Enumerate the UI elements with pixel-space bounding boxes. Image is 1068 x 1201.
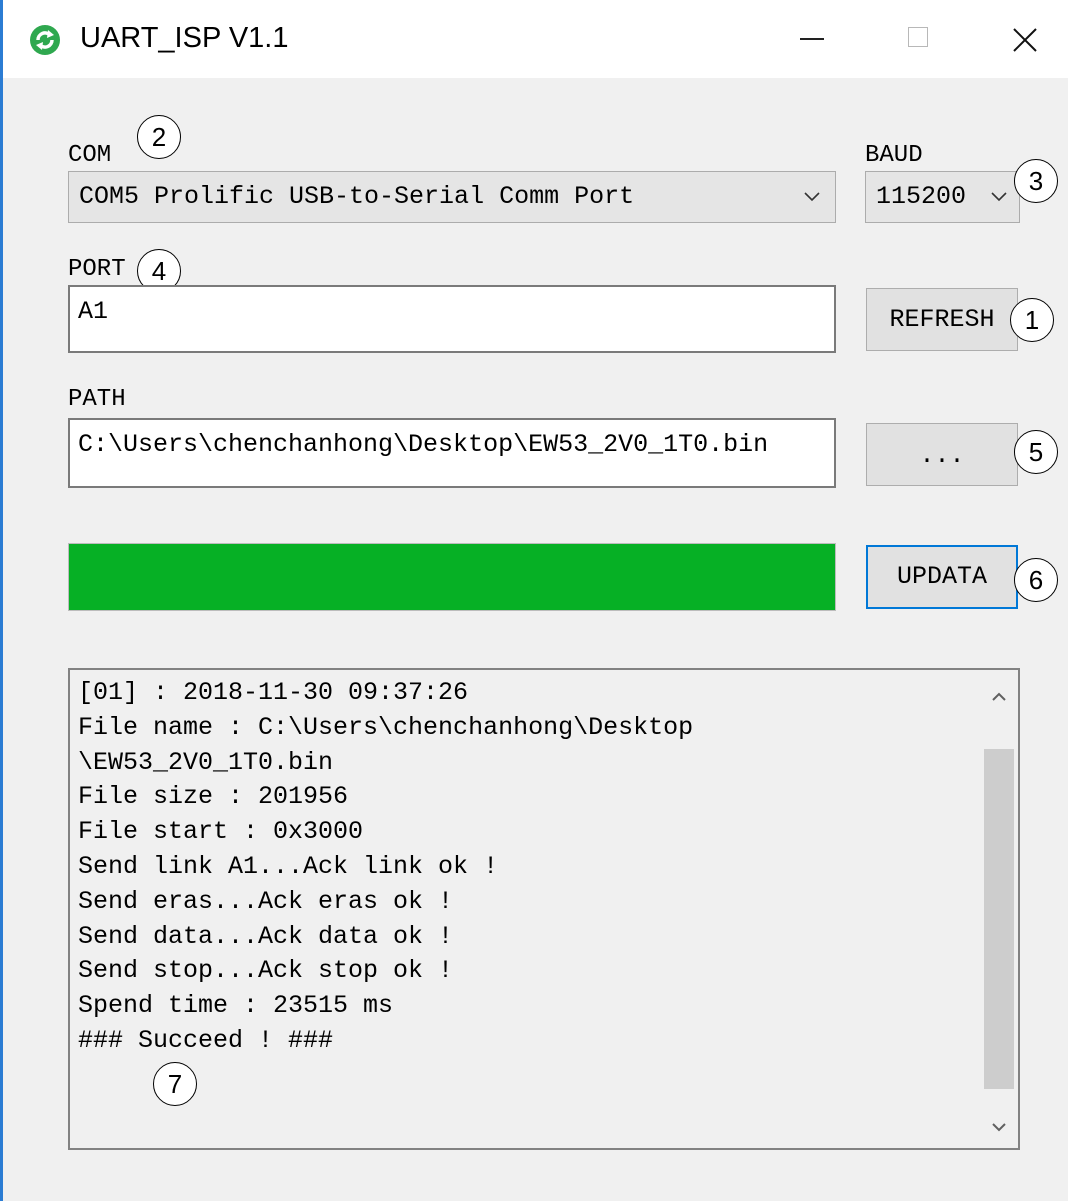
baud-label: BAUD (865, 142, 923, 169)
close-button[interactable] (973, 0, 1063, 78)
scroll-up-arrow-icon[interactable] (980, 670, 1018, 730)
com-port-value: COM5 Prolific USB-to-Serial Comm Port (79, 182, 635, 211)
maximize-icon (908, 27, 928, 47)
log-line: Spend time : 23515 ms (78, 991, 394, 1021)
title-bar[interactable]: UART_ISP V1.1 (3, 0, 1068, 78)
log-line: \EW53_2V0_1T0.bin (78, 747, 334, 777)
progress-bar-fill (69, 544, 835, 610)
log-line: Send data...Ack data ok ! (78, 921, 454, 951)
browse-button[interactable]: ... (866, 423, 1018, 486)
scroll-down-arrow-icon[interactable] (980, 1108, 1018, 1148)
path-value: C:\Users\chenchanhong\Desktop\EW53_2V0_1… (78, 430, 769, 459)
maximize-button[interactable] (873, 0, 963, 78)
scroll-thumb[interactable] (984, 748, 1014, 1090)
callout-2: 2 (137, 115, 181, 159)
chevron-down-icon (991, 192, 1007, 202)
log-scrollbar[interactable] (980, 670, 1018, 1148)
refresh-button[interactable]: REFRESH (866, 288, 1018, 351)
log-line: File size : 201956 (78, 782, 349, 812)
path-input[interactable]: C:\Users\chenchanhong\Desktop\EW53_2V0_1… (68, 418, 836, 488)
port-input[interactable]: A1 (68, 285, 836, 353)
green-refresh-arrows-icon (30, 25, 60, 55)
log-line: ### Succeed ! ### (78, 1025, 334, 1055)
log-output[interactable]: [01] : 2018-11-30 09:37:26 File name : C:… (68, 668, 1020, 1150)
baud-rate-select[interactable]: 115200 (865, 171, 1020, 223)
window-title: UART_ISP V1.1 (80, 22, 289, 54)
log-line: File name : C:\Users\chenchanhong\Deskto… (78, 712, 694, 742)
log-line: Send link A1...Ack link ok ! (78, 851, 499, 881)
log-line: [01] : 2018-11-30 09:37:26 (78, 678, 469, 707)
port-label: PORT (68, 256, 126, 283)
chevron-down-icon (804, 192, 820, 202)
log-line: Send eras...Ack eras ok ! (78, 886, 454, 916)
progress-bar (68, 543, 836, 611)
com-port-select[interactable]: COM5 Prolific USB-to-Serial Comm Port (68, 171, 836, 223)
callout-5: 5 (1014, 430, 1058, 474)
path-label: PATH (68, 386, 126, 413)
callout-7: 7 (153, 1062, 197, 1106)
callout-1: 1 (1010, 298, 1054, 342)
close-icon (1013, 28, 1037, 52)
callout-6: 6 (1014, 558, 1058, 602)
log-lines: [01] : 2018-11-30 09:37:26 File name : C:… (78, 676, 693, 1059)
log-line: File start : 0x3000 (78, 817, 364, 847)
window-client-area: COM 2 COM5 Prolific USB-to-Serial Comm P… (3, 78, 1068, 1201)
minimize-button[interactable] (770, 0, 860, 78)
baud-rate-value: 115200 (876, 182, 967, 211)
update-button[interactable]: UPDATA (866, 545, 1018, 609)
com-label: COM (68, 142, 112, 169)
minimize-icon (800, 38, 824, 40)
log-line: Send stop...Ack stop ok ! (78, 956, 454, 986)
callout-3: 3 (1014, 159, 1058, 203)
port-value: A1 (78, 297, 109, 326)
